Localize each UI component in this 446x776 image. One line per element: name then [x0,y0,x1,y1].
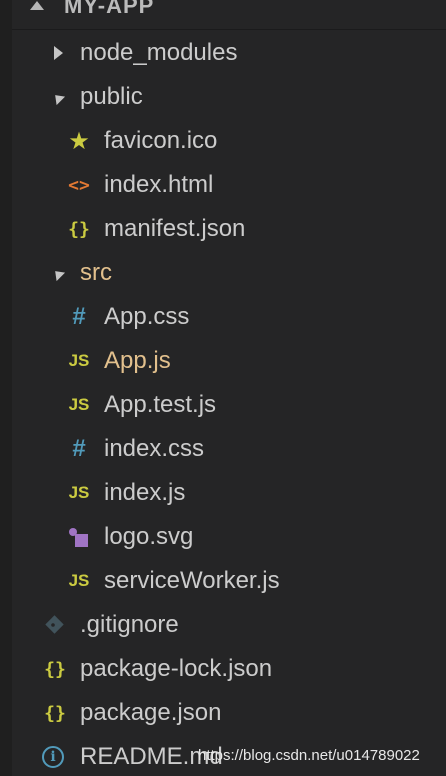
tree-item-label: public [80,83,143,110]
tree-item-manifest-json[interactable]: {} manifest.json [0,207,446,251]
tree-item-label: logo.svg [104,523,194,550]
tree-item-label: serviceWorker.js [104,567,280,594]
tree-item-label: index.js [104,479,186,506]
chevron-down-icon[interactable] [50,266,66,282]
tree-item-app-js[interactable]: JS App.js [0,339,446,383]
chevron-down-icon[interactable] [50,90,66,106]
tree-item-index-html[interactable]: <> index.html [0,163,446,207]
tree-item-favicon[interactable]: ★ favicon.ico [0,119,446,163]
js-icon: JS [68,351,90,370]
tree-item-src[interactable]: src [0,251,446,295]
html-icon: <> [68,174,90,196]
tree-item-label: index.html [104,171,214,198]
json-icon: {} [44,702,66,724]
tree-item-label: index.css [104,435,205,462]
folder-title: MY-APP [64,0,155,18]
watermark-text: https://blog.csdn.net/u014789022 [198,747,420,764]
css-icon: # [72,303,86,330]
js-icon: JS [68,395,90,414]
tree-item-index-js[interactable]: JS index.js [0,471,446,515]
svg-icon [66,525,92,549]
tree-item-app-css[interactable]: # App.css [0,295,446,339]
tree-item-label: node_modules [80,39,238,66]
info-icon: i [42,746,64,768]
tree-item-service-worker-js[interactable]: JS serviceWorker.js [0,559,446,603]
tree-item-label: manifest.json [104,215,246,242]
tree-item-package-json[interactable]: {} package.json [0,691,446,735]
json-icon: {} [68,218,90,240]
star-icon: ★ [68,127,90,155]
chevron-right-icon[interactable] [54,46,63,60]
tree-item-label: App.css [104,303,190,330]
tree-item-label: src [80,259,112,286]
tree-item-label: App.js [104,347,171,374]
tree-item-package-lock-json[interactable]: {} package-lock.json [0,647,446,691]
tree-item-label: favicon.ico [104,127,218,154]
tree-item-gitignore[interactable]: .gitignore [0,603,446,647]
git-icon [42,613,68,637]
tree-item-label: package-lock.json [80,655,273,682]
file-tree: node_modulespublic ★ favicon.ico <> index.ht… [0,31,446,776]
tree-item-label: .gitignore [80,611,179,638]
css-icon: # [72,435,86,462]
tree-item-public[interactable]: public [0,75,446,119]
tree-item-node-modules[interactable]: node_modules [0,31,446,75]
tree-item-label: package.json [80,699,222,726]
tree-item-label: App.test.js [104,391,217,418]
tree-item-app-test-js[interactable]: JS App.test.js [0,383,446,427]
tree-item-index-css[interactable]: # index.css [0,427,446,471]
tree-item-logo-svg[interactable]: logo.svg [0,515,446,559]
js-icon: JS [68,483,90,502]
explorer-section-header[interactable]: MY-APP [12,0,446,30]
chevron-down-icon[interactable] [30,1,44,10]
js-icon: JS [68,571,90,590]
json-icon: {} [44,658,66,680]
